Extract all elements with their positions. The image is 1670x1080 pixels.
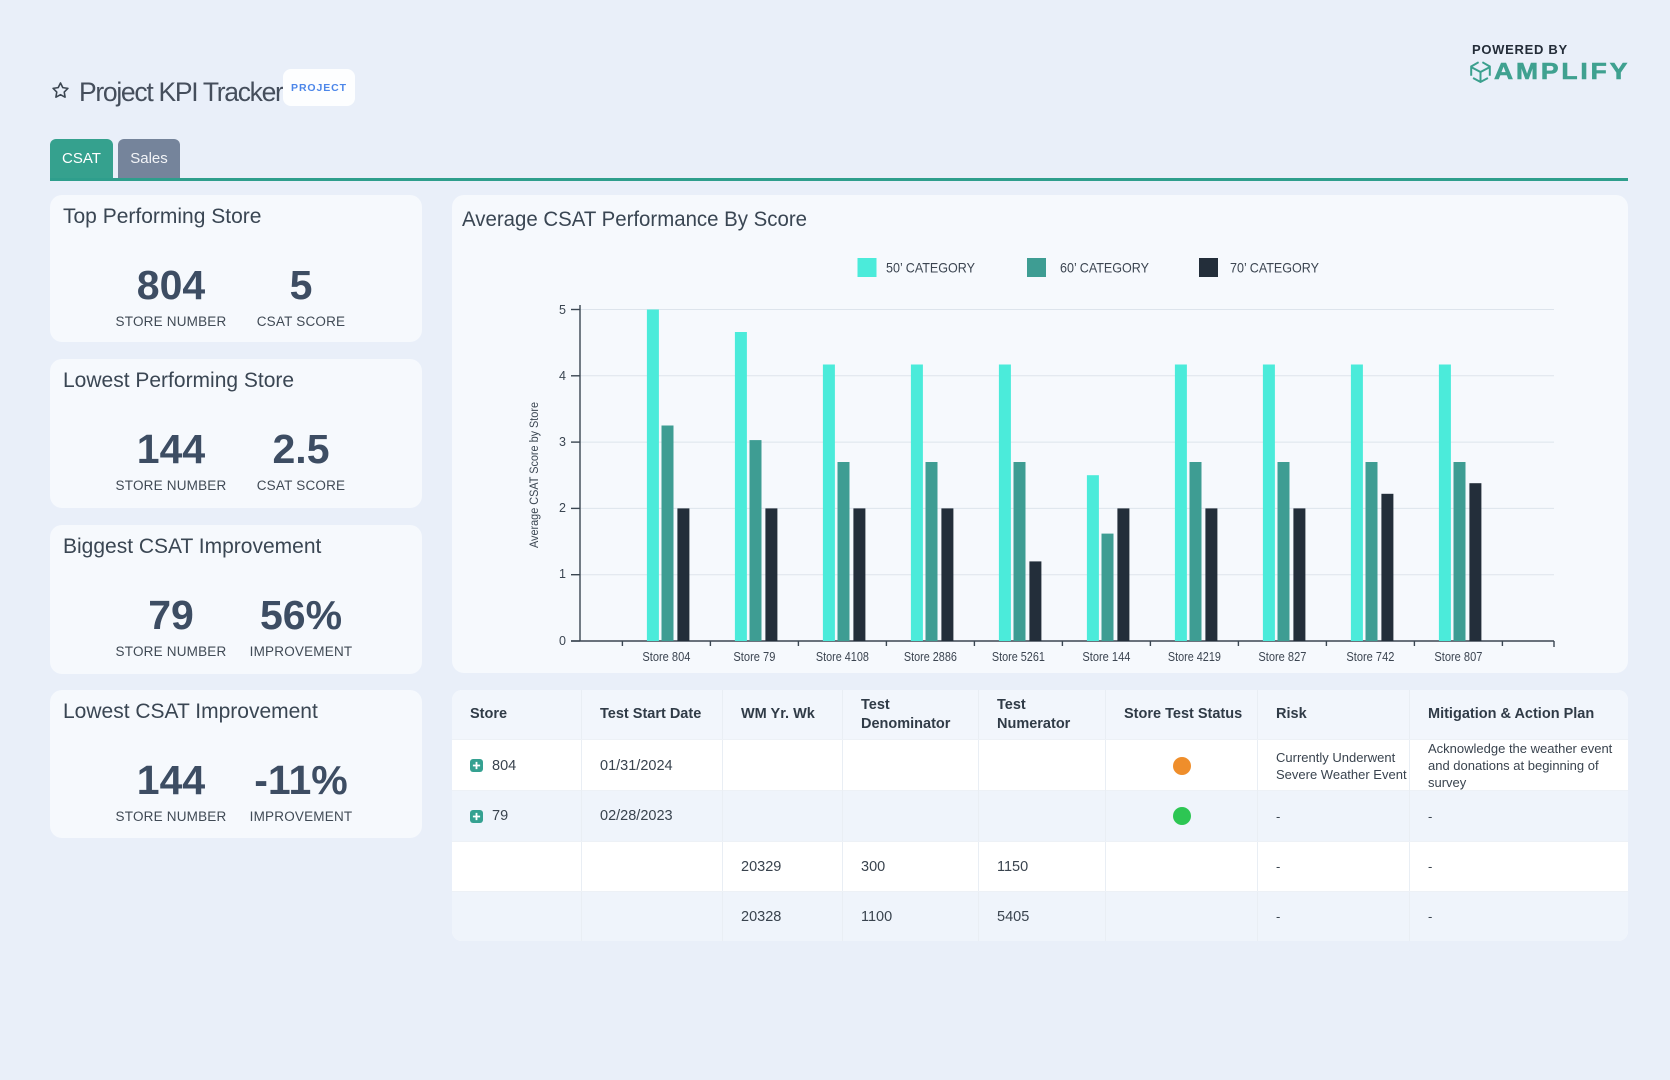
svg-text:Store 2886: Store 2886 <box>904 650 957 664</box>
svg-text:Average CSAT Score by Store: Average CSAT Score by Store <box>529 402 541 548</box>
svg-text:Store 827: Store 827 <box>1258 650 1306 664</box>
svg-text:Average CSAT Performance By Sc: Average CSAT Performance By Score <box>462 208 807 231</box>
svg-text:0: 0 <box>559 634 566 648</box>
svg-text:50’ CATEGORY: 50’ CATEGORY <box>886 260 976 276</box>
svg-text:70’ CATEGORY: 70’ CATEGORY <box>1230 260 1320 276</box>
svg-text:Store 4219: Store 4219 <box>1168 650 1221 664</box>
svg-text:Store 4108: Store 4108 <box>816 650 869 664</box>
svg-text:2: 2 <box>559 501 566 515</box>
svg-text:1: 1 <box>559 567 566 581</box>
svg-text:5: 5 <box>559 303 566 317</box>
svg-text:4: 4 <box>559 369 566 383</box>
svg-text:Store 807: Store 807 <box>1434 650 1482 664</box>
svg-text:Store 804: Store 804 <box>642 650 690 664</box>
svg-text:60’ CATEGORY: 60’ CATEGORY <box>1060 260 1150 276</box>
svg-text:Store 79: Store 79 <box>733 650 775 664</box>
svg-text:Store 144: Store 144 <box>1082 650 1130 664</box>
svg-text:Store 5261: Store 5261 <box>992 650 1045 664</box>
svg-text:Store 742: Store 742 <box>1346 650 1394 664</box>
svg-text:3: 3 <box>559 435 566 449</box>
